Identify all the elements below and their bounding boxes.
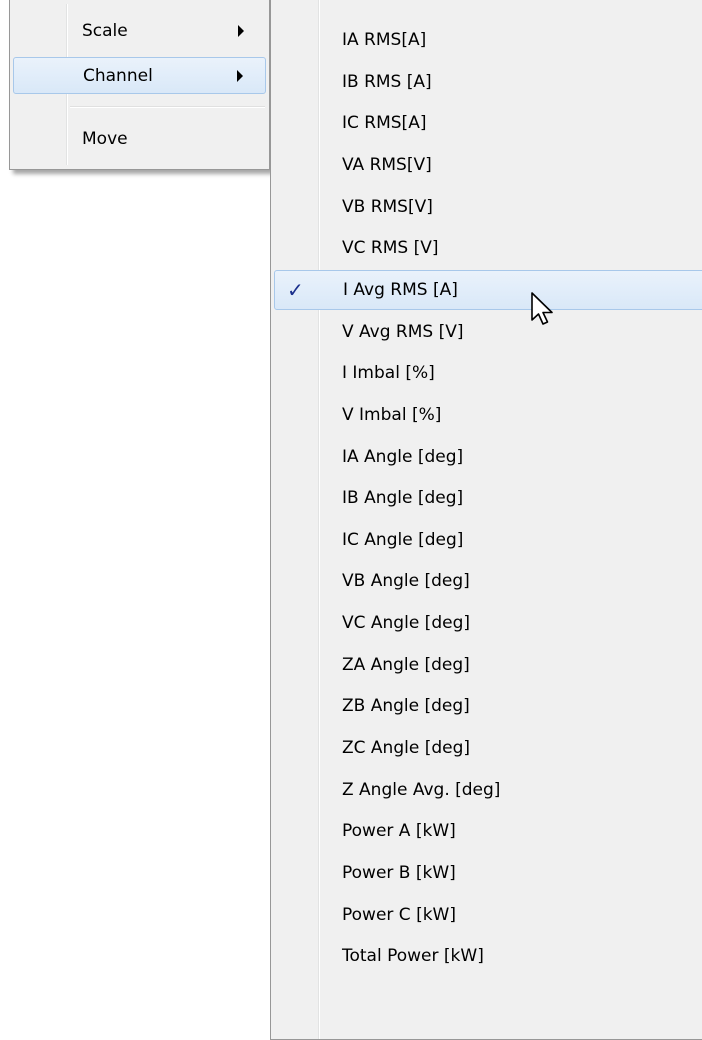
submenu-item[interactable]: I Imbal [%] bbox=[274, 353, 702, 393]
submenu-item[interactable]: Power A [kW] bbox=[274, 811, 702, 851]
submenu-item-label: VB Angle [deg] bbox=[342, 571, 470, 592]
menu-item-label: Channel bbox=[83, 65, 153, 86]
submenu-item[interactable]: VB Angle [deg] bbox=[274, 561, 702, 601]
submenu-item-label: Power C [kW] bbox=[342, 904, 456, 925]
submenu-item-label: IB Angle [deg] bbox=[342, 488, 464, 509]
menu-separator bbox=[70, 106, 265, 108]
submenu-item[interactable]: ✓ I Avg RMS [A] bbox=[274, 269, 702, 310]
submenu-item-label: ZA Angle [deg] bbox=[342, 654, 470, 675]
chevron-right-icon bbox=[237, 69, 243, 82]
submenu-item-label: V Avg RMS [V] bbox=[342, 321, 464, 342]
submenu-item[interactable]: ZC Angle [deg] bbox=[274, 728, 702, 768]
submenu-item-label: VB RMS[V] bbox=[342, 196, 433, 217]
submenu-item-label: VC Angle [deg] bbox=[342, 613, 470, 634]
submenu-item[interactable]: IC RMS[A] bbox=[274, 103, 702, 143]
submenu-item-label: Z Angle Avg. [deg] bbox=[342, 779, 501, 800]
submenu-item[interactable]: IA RMS[A] bbox=[274, 20, 702, 60]
submenu-item[interactable]: V Avg RMS [V] bbox=[274, 312, 702, 352]
submenu-item[interactable]: IB Angle [deg] bbox=[274, 478, 702, 518]
submenu-item[interactable]: Power B [kW] bbox=[274, 853, 702, 893]
channel-submenu: IA RMS[A] IB RMS [A] IC RMS[A] VA RMS[V] VB … bbox=[270, 0, 702, 1040]
submenu-item-label: VC RMS [V] bbox=[342, 238, 439, 259]
submenu-item-label: IA Angle [deg] bbox=[342, 446, 464, 467]
submenu-item-label: I Imbal [%] bbox=[342, 363, 435, 384]
submenu-item[interactable]: VC Angle [deg] bbox=[274, 603, 702, 643]
submenu-item[interactable]: ZA Angle [deg] bbox=[274, 645, 702, 685]
submenu-item-label: ZB Angle [deg] bbox=[342, 696, 470, 717]
submenu-item-label: Power B [kW] bbox=[342, 863, 456, 883]
submenu-item-label: ZC Angle [deg] bbox=[342, 738, 471, 759]
submenu-item-label: VA RMS[V] bbox=[342, 154, 432, 175]
submenu-item-label: Total Power [kW] bbox=[342, 946, 484, 967]
submenu-item[interactable]: IA Angle [deg] bbox=[274, 437, 702, 477]
checkmark-icon: ✓ bbox=[287, 277, 304, 302]
submenu-item-label: I Avg RMS [A] bbox=[343, 279, 458, 300]
context-menu: Scale Channel Move bbox=[9, 0, 270, 170]
submenu-item[interactable]: IC Angle [deg] bbox=[274, 520, 702, 560]
submenu-item[interactable]: VC RMS [V] bbox=[274, 228, 702, 268]
submenu-item[interactable]: Z Angle Avg. [deg] bbox=[274, 770, 702, 810]
menu-item-move[interactable]: Move bbox=[13, 120, 266, 157]
submenu-item-label: IC Angle [deg] bbox=[342, 529, 464, 550]
submenu-item[interactable]: VA RMS[V] bbox=[274, 145, 702, 185]
chevron-right-icon bbox=[238, 24, 244, 37]
menu-item-label: Scale bbox=[82, 20, 128, 41]
submenu-item-label: IA RMS[A] bbox=[342, 30, 427, 50]
submenu-item-label: IB RMS [A] bbox=[342, 71, 432, 92]
submenu-item-label: Power A [kW] bbox=[342, 821, 456, 842]
submenu-item[interactable]: Total Power [kW] bbox=[274, 936, 702, 976]
submenu-item-label: IC RMS[A] bbox=[342, 113, 427, 134]
submenu-item[interactable]: V Imbal [%] bbox=[274, 395, 702, 435]
submenu-item[interactable]: VB RMS[V] bbox=[274, 187, 702, 227]
menu-item-label: Move bbox=[82, 128, 128, 149]
menu-item-channel[interactable]: Channel bbox=[13, 57, 266, 94]
submenu-item[interactable]: IB RMS [A] bbox=[274, 62, 702, 102]
submenu-item[interactable]: ZB Angle [deg] bbox=[274, 686, 702, 726]
submenu-item[interactable]: Power C [kW] bbox=[274, 895, 702, 935]
menu-item-scale[interactable]: Scale bbox=[13, 12, 266, 49]
mouse-pointer-icon bbox=[531, 292, 553, 325]
submenu-item-label: V Imbal [%] bbox=[342, 404, 442, 425]
